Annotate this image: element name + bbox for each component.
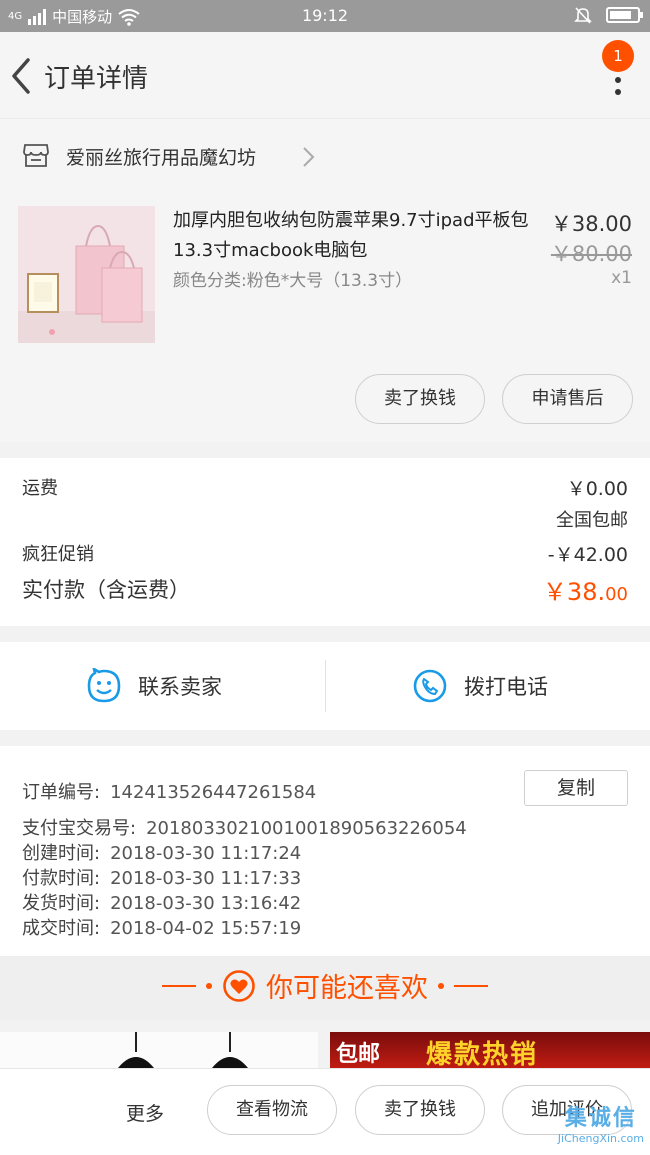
- shipped-time-row: 发货时间: 2018-03-30 13:16:42: [22, 889, 301, 915]
- more-button[interactable]: 更多: [126, 1099, 164, 1126]
- alipay-trade-row: 支付宝交易号: 2018033021001001890563226054: [22, 814, 467, 840]
- call-phone-label: 拨打电话: [464, 675, 548, 699]
- bell-muted-icon: [574, 7, 592, 24]
- product-sku: 颜色分类:粉色*大号（13.3寸）: [173, 271, 413, 291]
- status-bar: 4G 中国移动 19:12: [0, 0, 650, 32]
- original-price: ￥80.00: [550, 242, 632, 266]
- sell-button[interactable]: 卖了换钱: [355, 1085, 485, 1135]
- contact-seller-button[interactable]: 联系卖家: [86, 642, 222, 730]
- apply-after-sale-button[interactable]: 申请售后: [502, 374, 633, 424]
- heart-icon: [223, 969, 255, 1002]
- cost-summary: 运费 ￥0.00 全国包邮 疯狂促销 -￥42.00 实付款（含运费） ￥38.…: [0, 458, 650, 626]
- recommend-header: 你可能还喜欢: [0, 956, 650, 1020]
- recommend-card-lamp[interactable]: [0, 1032, 318, 1072]
- contact-divider: [325, 660, 326, 712]
- info-value: 2018-03-30 13:16:42: [110, 893, 302, 914]
- page-title: 订单详情: [44, 64, 149, 94]
- info-value: 2018-03-30 11:17:24: [110, 843, 302, 864]
- info-key: 创建时间:: [22, 843, 101, 864]
- info-key: 付款时间:: [22, 868, 101, 889]
- sell-for-cash-button[interactable]: 卖了换钱: [355, 374, 485, 424]
- recommend-right-line: [454, 984, 488, 987]
- chevron-right-icon: [303, 147, 315, 167]
- battery-level: [610, 11, 631, 19]
- info-key: 支付宝交易号:: [22, 818, 137, 839]
- chat-bubble-icon: [87, 668, 121, 703]
- watermark-sub: JiChengXin.com: [557, 1132, 644, 1145]
- product-thumbnail[interactable]: [18, 206, 155, 343]
- paid-decimal: 00: [605, 584, 628, 605]
- watermark: 集诚信 JiChengXin.com: [558, 1100, 644, 1145]
- recommend-left-dot: [206, 982, 212, 989]
- battery-icon: [606, 7, 643, 23]
- watermark-main: 集诚信: [564, 1106, 637, 1131]
- product-quantity: x1: [611, 268, 632, 288]
- info-value: 2018033021001001890563226054: [146, 818, 467, 839]
- notification-badge: 1: [602, 40, 634, 72]
- info-value: 142413526447261584: [110, 782, 317, 803]
- recommend-list: 包邮 爆款热销: [0, 1032, 650, 1072]
- paid-integer: 38.: [566, 578, 606, 606]
- shipping-note: 全国包邮: [556, 510, 628, 531]
- contact-seller-label: 联系卖家: [138, 675, 222, 699]
- app-header: 订单详情 1: [0, 32, 650, 118]
- shop-row[interactable]: 爱丽丝旅行用品魔幻坊: [0, 118, 650, 194]
- status-right: [574, 6, 643, 24]
- product-title[interactable]: 加厚内胆包收纳包防震苹果9.7寸ipad平板包13.3寸macbook电脑包: [173, 206, 533, 266]
- shop-name: 爱丽丝旅行用品魔幻坊: [66, 147, 257, 169]
- product-price: ￥38.00: [550, 212, 632, 236]
- promo-label: 疯狂促销: [22, 544, 94, 565]
- order-item: 加厚内胆包收纳包防震苹果9.7寸ipad平板包13.3寸macbook电脑包 颜…: [0, 194, 650, 442]
- info-value: 2018-04-02 15:57:19: [110, 918, 302, 939]
- lamp-image: [118, 1032, 248, 1068]
- info-value: 2018-03-30 11:17:33: [110, 868, 302, 889]
- created-time-row: 创建时间: 2018-03-30 11:17:24: [22, 839, 301, 865]
- info-key: 成交时间:: [22, 918, 101, 939]
- shipping-value: ￥0.00: [566, 478, 628, 500]
- promo-value: -￥42.00: [547, 544, 628, 566]
- recommend-left-line: [162, 984, 196, 987]
- info-key: 发货时间:: [22, 893, 101, 914]
- product-image: [18, 206, 155, 343]
- recommend-title: 你可能还喜欢: [266, 973, 428, 1004]
- bottom-action-bar: 更多 查看物流 卖了换钱 追加评价: [0, 1068, 650, 1155]
- recommend-title-wrap: 你可能还喜欢: [0, 966, 650, 1005]
- clock: 19:12: [301, 6, 349, 25]
- paid-label: 实付款（含运费）: [22, 578, 190, 602]
- phone-icon: [413, 669, 447, 703]
- order-number-row: 订单编号: 142413526447261584: [22, 778, 316, 804]
- info-key: 订单编号:: [22, 782, 101, 803]
- completed-time-row: 成交时间: 2018-04-02 15:57:19: [22, 914, 301, 940]
- banner-free-shipping: 包邮: [336, 1042, 381, 1067]
- order-info: 订单编号: 142413526447261584 复制 支付宝交易号: 201803…: [0, 746, 650, 956]
- banner-hot-sale: 爆款热销: [426, 1040, 539, 1070]
- paid-currency: ￥: [542, 578, 567, 606]
- back-arrow-icon[interactable]: [6, 54, 36, 98]
- recommend-right-dot: [438, 982, 444, 989]
- recommend-card-banner[interactable]: 包邮 爆款热销: [330, 1032, 650, 1072]
- copy-button[interactable]: 复制: [524, 770, 628, 806]
- view-logistics-button[interactable]: 查看物流: [207, 1085, 337, 1135]
- call-phone-button[interactable]: 拨打电话: [412, 642, 548, 730]
- store-icon: [23, 144, 49, 167]
- paid-time-row: 付款时间: 2018-03-30 11:17:33: [22, 864, 301, 890]
- paid-amount: ￥38.00: [543, 572, 628, 607]
- shipping-label: 运费: [22, 478, 58, 499]
- contact-bar: 联系卖家 拨打电话: [0, 642, 650, 730]
